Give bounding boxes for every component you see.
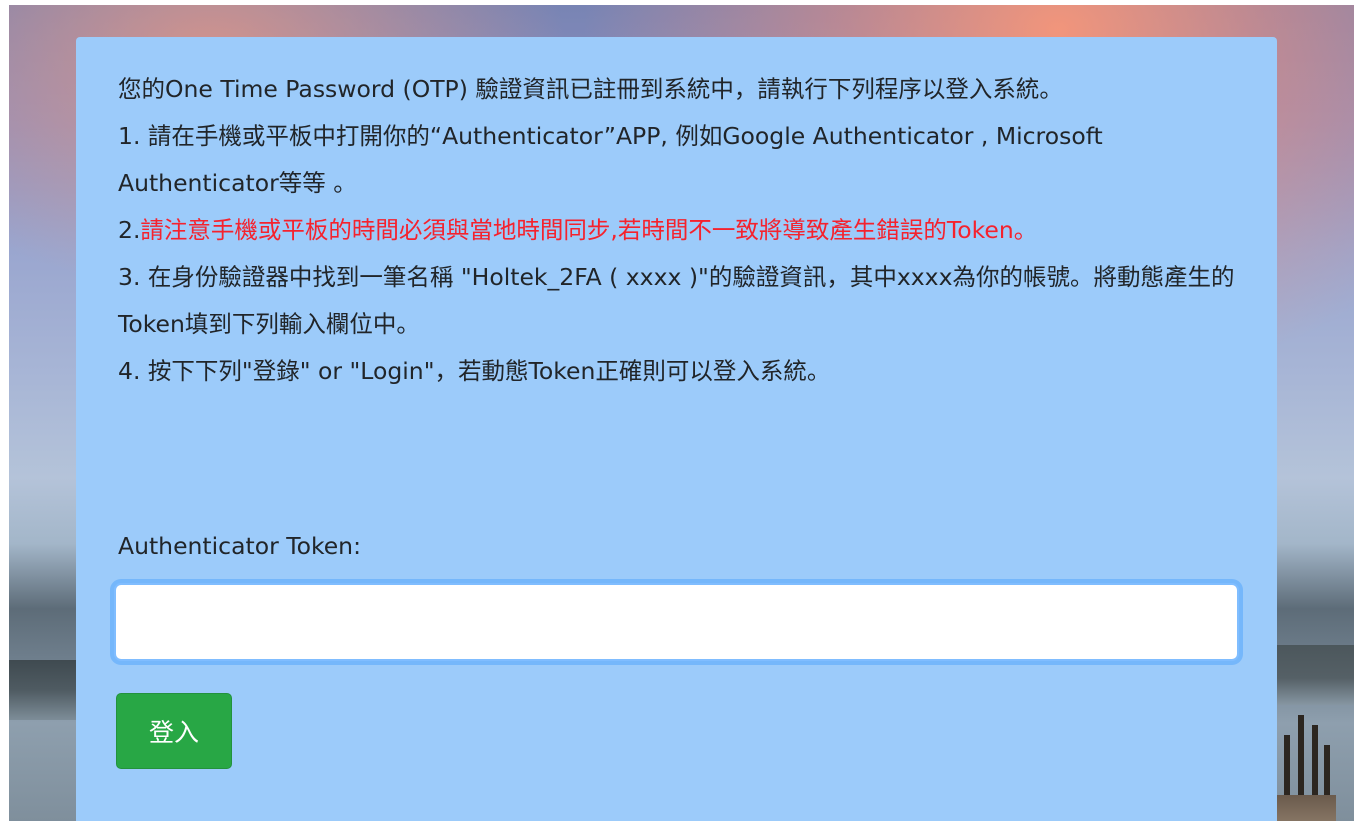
instructions-step-4: 4. 按下下列"登錄" or "Login"，若動態Token正確則可以登入系統… [118,357,831,385]
step-2-time-sync-warning: 請注意手機或平板的時間必須與當地時間同步,若時間不一致將導致產生錯誤的Token… [140,216,1038,244]
authenticator-token-input[interactable] [114,583,1239,661]
otp-login-card: 您的One Time Password (OTP) 驗證資訊已註冊到系統中，請執… [76,37,1277,821]
instructions-step-3: 3. 在身份驗證器中找到一筆名稱 "Holtek_2FA ( xxxx )"的驗… [118,263,1235,338]
authenticator-token-label: Authenticator Token: [118,532,361,560]
instructions-step-1: 1. 請在手機或平板中打開你的“Authenticator”APP, 例如Goo… [118,122,1103,197]
step-2-number: 2. [118,216,141,244]
login-button[interactable]: 登入 [116,693,232,769]
instructions-step-2: 2.請注意手機或平板的時間必須與當地時間同步,若時間不一致將導致產生錯誤的Tok… [118,207,1238,254]
background-pier [1276,685,1336,821]
instructions-intro: 您的One Time Password (OTP) 驗證資訊已註冊到系統中，請執… [118,75,1063,103]
otp-instructions: 您的One Time Password (OTP) 驗證資訊已註冊到系統中，請執… [118,66,1238,395]
